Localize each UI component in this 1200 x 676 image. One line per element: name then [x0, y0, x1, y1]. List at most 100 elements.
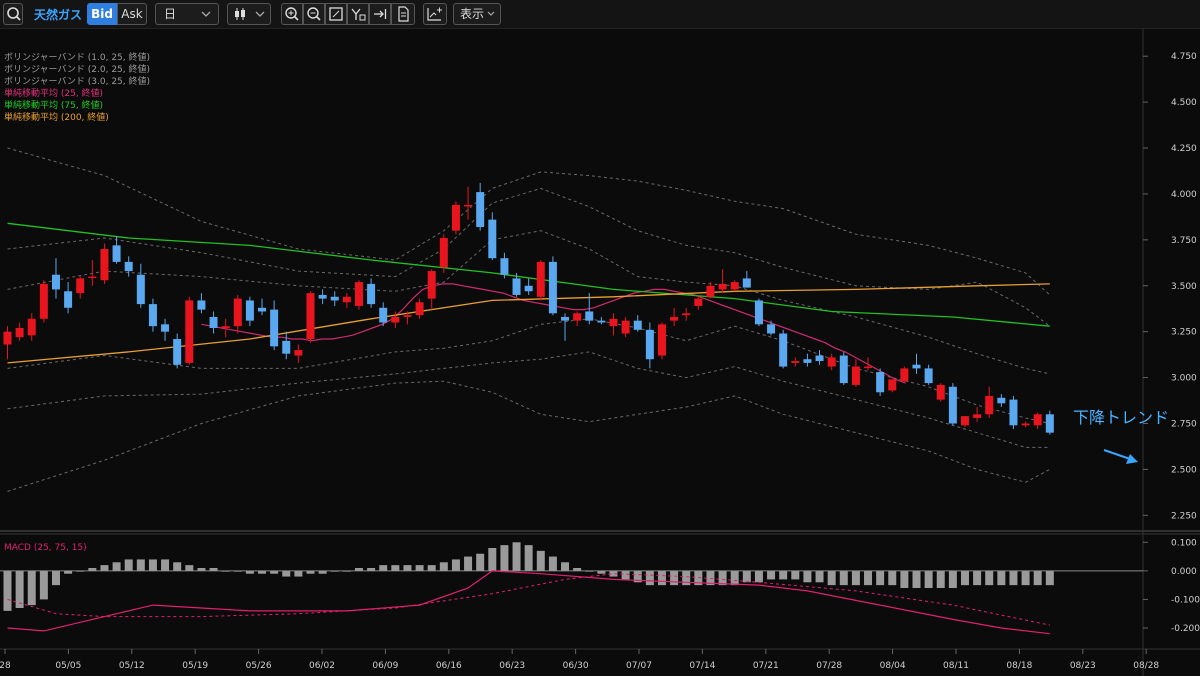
macd-histogram-bar	[367, 568, 376, 571]
y-tick-label: 3.000	[1171, 374, 1197, 384]
candle-body	[500, 258, 509, 275]
search-button[interactable]	[3, 3, 23, 25]
x-tick-label: 07/28	[816, 661, 842, 671]
x-tick-label: 06/02	[309, 661, 335, 671]
macd-histogram-bar	[973, 570, 982, 586]
y-tick-label: 3.250	[1171, 328, 1197, 338]
x-tick-label: 05/19	[182, 661, 208, 671]
zoom-in-icon	[285, 7, 299, 21]
interval-select[interactable]: 日	[155, 3, 219, 25]
candle-body	[27, 318, 36, 336]
candle-body	[657, 324, 666, 356]
candle-body	[561, 316, 570, 321]
candle-body	[876, 372, 885, 393]
candle-body	[779, 333, 788, 367]
candle-body	[294, 350, 303, 356]
candle-body	[51, 274, 60, 290]
candle-body	[148, 304, 157, 327]
macd-histogram-bar	[1045, 570, 1054, 586]
macd-histogram-bar	[258, 570, 267, 574]
display-menu[interactable]: 表示	[453, 3, 501, 25]
candle-body	[39, 283, 48, 319]
zoom-out-button[interactable]	[303, 3, 325, 25]
x-tick-label: 05/26	[246, 661, 272, 671]
sma200-line	[7, 283, 1050, 364]
macd-histogram-bar	[1033, 570, 1042, 586]
candle-body	[488, 219, 497, 259]
macd-histogram-bar	[451, 559, 460, 571]
macd-histogram-bar	[379, 565, 388, 571]
legend-sma200[interactable]: 単純移動平均 (200, 終値)	[4, 112, 109, 124]
macd-histogram-bar	[645, 570, 654, 586]
fit-button[interactable]	[325, 3, 347, 25]
arrow-right-bar-icon	[374, 9, 387, 19]
macd-histogram-bar	[245, 570, 254, 574]
candle-body	[354, 282, 363, 306]
bid-button[interactable]: Bid	[87, 3, 117, 25]
candle-body	[585, 311, 594, 321]
macd-histogram-bar	[488, 548, 497, 571]
macd-histogram-bar	[221, 570, 230, 572]
macd-histogram-bar	[15, 570, 24, 608]
price-chart[interactable]: 4.750 4.500 4.250 4.000 3.750 3.500 3.250 3.000…	[0, 28, 1200, 676]
candle-body	[997, 397, 1006, 404]
candle-body	[270, 309, 279, 347]
macd-histogram-bar	[657, 570, 666, 586]
macd-tick-label: 0.000	[1171, 567, 1197, 577]
macd-histogram-bar	[888, 570, 897, 586]
candle-body	[791, 361, 800, 363]
macd-histogram-bar	[827, 570, 836, 586]
candle-body	[973, 414, 982, 418]
x-tick-label: 07/14	[689, 661, 715, 671]
candle-body	[827, 357, 836, 367]
candle-body	[645, 329, 654, 360]
zoom-in-button[interactable]	[281, 3, 303, 25]
legend-bb2[interactable]: ボリンジャーバンド (2.0, 25, 終値)	[4, 64, 150, 76]
x-tick-label: 08/28	[1133, 661, 1159, 671]
candle-body	[403, 315, 412, 317]
candle-body	[718, 283, 727, 290]
candle-body	[730, 282, 739, 290]
candle-body	[573, 313, 582, 321]
candle-body	[548, 261, 557, 314]
candle-body	[3, 331, 12, 345]
macd-histogram-bar	[924, 570, 933, 588]
candle-body	[258, 307, 267, 312]
candle-body	[100, 249, 109, 281]
candle-body	[621, 320, 630, 334]
candle-body	[924, 368, 933, 384]
macd-histogram-bar	[779, 570, 788, 580]
candle-body	[342, 296, 351, 303]
add-indicator-button[interactable]	[423, 3, 447, 25]
candle-body	[864, 366, 873, 369]
legend-macd[interactable]: MACD (25, 75, 15)	[4, 542, 87, 554]
macd-histogram-bar	[621, 570, 630, 580]
x-tick-label: 06/16	[436, 661, 462, 671]
jump-latest-button[interactable]	[369, 3, 391, 25]
legend-bb3[interactable]: ボリンジャーバンド (3.0, 25, 終値)	[4, 76, 150, 88]
macd-histogram-bar	[306, 570, 315, 574]
legend-bb1[interactable]: ボリンジャーバンド (1.0, 25, 終値)	[4, 52, 150, 64]
candle-body	[197, 300, 206, 310]
macd-histogram-bar	[730, 570, 739, 586]
legend-sma75[interactable]: 単純移動平均 (75, 終値)	[4, 100, 103, 112]
macd-histogram-bar	[112, 562, 121, 571]
candle-body	[112, 245, 121, 262]
lock-scale-button[interactable]	[347, 3, 369, 25]
chart-type-select[interactable]	[227, 3, 271, 25]
macd-histogram-bar	[427, 565, 436, 571]
candle-body	[88, 276, 97, 279]
macd-histogram-bar	[948, 570, 957, 588]
candle-body	[536, 261, 545, 297]
candle-body	[330, 296, 339, 301]
ask-button[interactable]: Ask	[117, 3, 147, 25]
candle-body	[754, 300, 763, 325]
candle-body	[379, 307, 388, 323]
macd-histogram-bar	[767, 570, 776, 580]
macd-histogram-bar	[1009, 570, 1018, 586]
candle-body	[900, 368, 909, 382]
candle-body	[912, 364, 921, 369]
legend-sma25[interactable]: 単純移動平均 (25, 終値)	[4, 88, 103, 100]
macd-histogram-bar	[3, 570, 12, 611]
report-button[interactable]	[391, 3, 415, 25]
